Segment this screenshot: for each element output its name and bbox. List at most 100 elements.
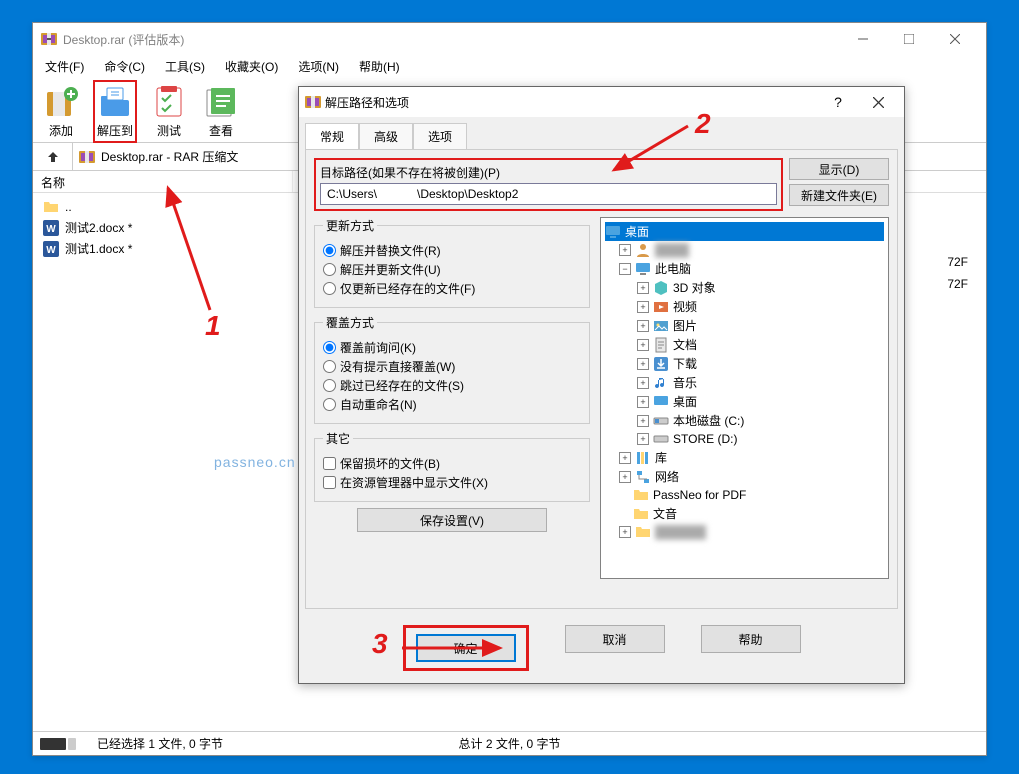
menu-commands[interactable]: 命令(C) <box>98 56 151 77</box>
menu-bar: 文件(F) 命令(C) 工具(S) 收藏夹(O) 选项(N) 帮助(H) <box>33 55 986 77</box>
documents-icon <box>653 337 669 353</box>
tree-passneo[interactable]: PassNeo for PDF <box>605 486 884 504</box>
expand-icon[interactable]: + <box>619 244 631 256</box>
status-right: 总计 2 文件, 0 字节 <box>458 735 560 752</box>
expand-icon[interactable]: + <box>637 282 649 294</box>
toolbar-extract[interactable]: 解压到 <box>93 80 137 143</box>
radio-skip[interactable]: 跳过已经存在的文件(S) <box>323 377 581 394</box>
desktop-icon <box>653 394 669 410</box>
col-name[interactable]: 名称 <box>33 171 293 192</box>
save-settings-button[interactable]: 保存设置(V) <box>357 508 547 532</box>
toolbar-test-label: 测试 <box>157 122 181 139</box>
tree-downloads[interactable]: +下载 <box>605 354 884 373</box>
expand-icon[interactable]: + <box>619 452 631 464</box>
expand-icon[interactable]: + <box>637 377 649 389</box>
tree-3d-objects[interactable]: +3D 对象 <box>605 278 884 297</box>
folder-up-icon <box>43 199 59 215</box>
folder-icon <box>633 487 649 503</box>
tree-videos[interactable]: +视频 <box>605 297 884 316</box>
path-text: Desktop.rar - RAR 压缩文 <box>101 148 238 165</box>
expand-icon[interactable]: + <box>637 320 649 332</box>
dialog-titlebar: 解压路径和选项 ? <box>299 87 904 117</box>
collapse-icon[interactable]: − <box>619 263 631 275</box>
tree-documents[interactable]: +文档 <box>605 335 884 354</box>
menu-help[interactable]: 帮助(H) <box>353 56 406 77</box>
tree-local-disk[interactable]: +本地磁盘 (C:) <box>605 411 884 430</box>
overwrite-mode-group: 覆盖方式 覆盖前询问(K) 没有提示直接覆盖(W) 跳过已经存在的文件(S) 自… <box>314 314 590 424</box>
tree-wenyin[interactable]: 文音 <box>605 504 884 523</box>
dialog-button-row: 确定 取消 帮助 <box>299 613 904 683</box>
cancel-button[interactable]: 取消 <box>565 625 665 653</box>
radio-replace[interactable]: 解压并替换文件(R) <box>323 242 581 259</box>
tree-this-pc[interactable]: −此电脑 <box>605 259 884 278</box>
dialog-close-button[interactable] <box>858 87 898 117</box>
downloads-icon <box>653 356 669 372</box>
update-mode-group: 更新方式 解压并替换文件(R) 解压并更新文件(U) 仅更新已经存在的文件(F) <box>314 217 590 308</box>
check-keep-broken[interactable]: 保留损坏的文件(B) <box>323 455 581 472</box>
library-icon <box>635 450 651 466</box>
up-button[interactable] <box>33 143 73 170</box>
radio-update[interactable]: 解压并更新文件(U) <box>323 261 581 278</box>
expand-icon[interactable]: + <box>637 396 649 408</box>
maximize-button[interactable] <box>886 23 932 55</box>
main-title: Desktop.rar (评估版本) <box>63 31 840 48</box>
tree-user[interactable]: +████ <box>605 241 884 259</box>
expand-icon[interactable]: + <box>637 415 649 427</box>
new-folder-button[interactable]: 新建文件夹(E) <box>789 184 889 206</box>
tree-network[interactable]: +网络 <box>605 467 884 486</box>
menu-options[interactable]: 选项(N) <box>292 56 345 77</box>
expand-icon[interactable]: + <box>619 526 631 538</box>
svg-text:W: W <box>46 245 56 256</box>
expand-icon[interactable]: + <box>637 358 649 370</box>
pc-icon <box>635 261 651 277</box>
svg-text:W: W <box>46 224 56 235</box>
tree-pictures[interactable]: +图片 <box>605 316 884 335</box>
radio-ask[interactable]: 覆盖前询问(K) <box>323 339 581 356</box>
folder-tree[interactable]: 桌面 +████ −此电脑 +3D 对象 +视频 +图片 +文档 +下载 +音乐… <box>600 217 889 579</box>
tree-blurred[interactable]: +██████ <box>605 523 884 541</box>
radio-silent[interactable]: 没有提示直接覆盖(W) <box>323 358 581 375</box>
close-button[interactable] <box>932 23 978 55</box>
menu-file[interactable]: 文件(F) <box>39 56 90 77</box>
expand-icon[interactable]: + <box>637 433 649 445</box>
help-button[interactable]: 帮助 <box>701 625 801 653</box>
menu-favorites[interactable]: 收藏夹(O) <box>219 56 284 77</box>
tree-desktop-folder[interactable]: +桌面 <box>605 392 884 411</box>
file-suffix: 72F <box>947 255 968 269</box>
dialog-help-button[interactable]: ? <box>818 87 858 117</box>
menu-tools[interactable]: 工具(S) <box>159 56 211 77</box>
toolbar-add[interactable]: 添加 <box>41 84 81 139</box>
test-icon <box>151 84 187 120</box>
update-mode-legend: 更新方式 <box>323 217 377 234</box>
dest-path-input[interactable] <box>320 183 777 205</box>
misc-group: 其它 保留损坏的文件(B) 在资源管理器中显示文件(X) <box>314 430 590 502</box>
toolbar-view[interactable]: 查看 <box>201 84 241 139</box>
music-icon <box>653 375 669 391</box>
toolbar-add-label: 添加 <box>49 122 73 139</box>
up-arrow-icon <box>45 149 61 165</box>
main-titlebar: Desktop.rar (评估版本) <box>33 23 986 55</box>
ok-button[interactable]: 确定 <box>416 634 516 662</box>
keyboard-icon <box>33 737 83 751</box>
toolbar-test[interactable]: 测试 <box>149 84 189 139</box>
folder-icon <box>635 524 651 540</box>
tree-store-disk[interactable]: +STORE (D:) <box>605 430 884 448</box>
tree-music[interactable]: +音乐 <box>605 373 884 392</box>
tab-general[interactable]: 常规 <box>305 123 359 149</box>
desktop-icon <box>605 224 621 240</box>
ok-highlight: 确定 <box>403 625 529 671</box>
minimize-button[interactable] <box>840 23 886 55</box>
tree-libraries[interactable]: +库 <box>605 448 884 467</box>
tree-desktop[interactable]: 桌面 <box>605 222 884 241</box>
show-button[interactable]: 显示(D) <box>789 158 889 180</box>
tab-advanced[interactable]: 高级 <box>359 123 413 149</box>
add-icon <box>43 84 79 120</box>
expand-icon[interactable]: + <box>619 471 631 483</box>
radio-rename[interactable]: 自动重命名(N) <box>323 396 581 413</box>
expand-icon[interactable]: + <box>637 339 649 351</box>
check-explorer[interactable]: 在资源管理器中显示文件(X) <box>323 474 581 491</box>
radio-freshen[interactable]: 仅更新已经存在的文件(F) <box>323 280 581 297</box>
tab-options[interactable]: 选项 <box>413 123 467 149</box>
expand-icon[interactable]: + <box>637 301 649 313</box>
archive-icon <box>79 149 95 165</box>
